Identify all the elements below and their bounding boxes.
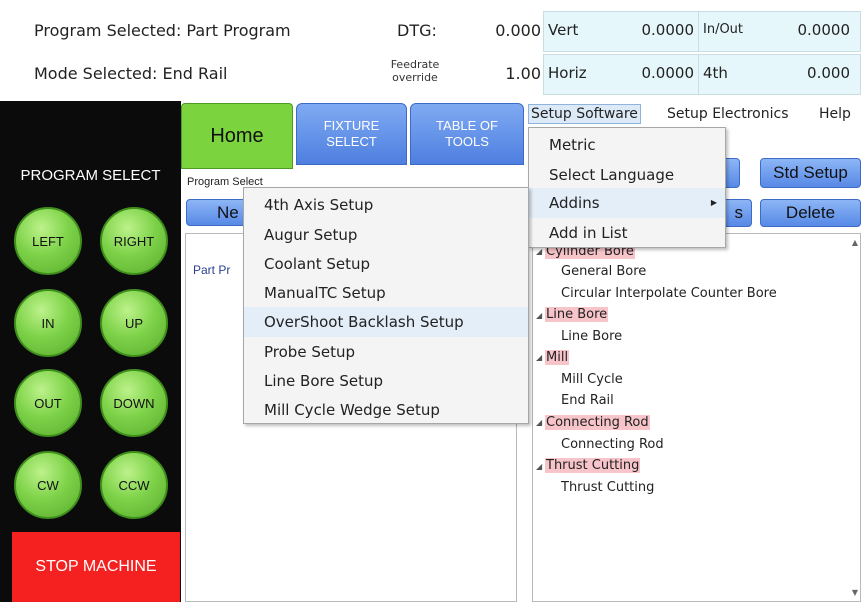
addins-label: Addins (549, 194, 600, 212)
feedrate-label-line1: Feedrate (390, 58, 440, 71)
submenu-arrow-icon: ▶ (710, 198, 717, 207)
tree-item-general-bore[interactable]: General Bore (561, 264, 646, 279)
table-of-tools-line1: TABLE OF (436, 118, 498, 133)
menu-setup-software[interactable]: Setup Software (528, 104, 641, 124)
tree-item-end-rail[interactable]: End Rail (561, 393, 614, 408)
expand-arrow-icon[interactable]: ◢ (536, 247, 542, 256)
tree-item-circular-interpolate[interactable]: Circular Interpolate Counter Bore (561, 286, 777, 301)
tree-category-line-bore[interactable]: Line Bore (545, 307, 609, 322)
inout-value: 0.0000 (797, 21, 851, 39)
inout-label: In/Out (703, 22, 744, 37)
program-list-item[interactable]: Part Pr (193, 263, 230, 277)
menu-item-add-in-list[interactable]: Add in List (529, 218, 725, 248)
fourth-axis-readout: 4th 0.000 (698, 54, 861, 95)
menu-item-probe-setup[interactable]: Probe Setup (244, 337, 528, 367)
expand-arrow-icon[interactable]: ◢ (536, 353, 542, 362)
tree-item-connecting-rod[interactable]: Connecting Rod (561, 437, 664, 452)
menu-item-overshoot-backlash-setup[interactable]: OverShoot Backlash Setup (244, 307, 528, 337)
menu-item-4th-axis-setup[interactable]: 4th Axis Setup (244, 190, 528, 220)
menu-item-manualtc-setup[interactable]: ManualTC Setup (244, 278, 528, 308)
menu-item-line-bore-setup[interactable]: Line Bore Setup (244, 366, 528, 396)
menu-item-mill-cycle-wedge-setup[interactable]: Mill Cycle Wedge Setup (244, 395, 528, 425)
std-setup-button[interactable]: Std Setup (760, 158, 861, 188)
tab-table-of-tools[interactable]: TABLE OF TOOLS (410, 103, 524, 165)
fourth-axis-label: 4th (703, 64, 728, 82)
menu-item-coolant-setup[interactable]: Coolant Setup (244, 249, 528, 279)
vert-label: Vert (548, 21, 579, 39)
jog-in-button[interactable]: IN (14, 289, 82, 357)
inout-readout: In/Out 0.0000 (698, 11, 861, 52)
menu-item-select-language[interactable]: Select Language (529, 160, 725, 190)
mill-category-label: Mill (545, 350, 570, 365)
mode-selected-label: Mode Selected: End Rail (34, 64, 228, 83)
expand-arrow-icon[interactable]: ◢ (536, 462, 542, 471)
horiz-readout: Horiz 0.0000 (543, 54, 699, 95)
thrust-cutting-category-label: Thrust Cutting (545, 458, 641, 473)
fixture-select-line2: SELECT (326, 134, 377, 149)
tab-home[interactable]: Home (181, 103, 293, 169)
jog-cw-button[interactable]: CW (14, 451, 82, 519)
tree-category-thrust-cutting[interactable]: Thrust Cutting (545, 458, 641, 473)
expand-arrow-icon[interactable]: ◢ (536, 418, 542, 427)
menu-setup-electronics[interactable]: Setup Electronics (667, 106, 789, 122)
setup-software-menu: Metric Select Language Addins ▶ Add in L… (528, 127, 726, 248)
menu-bar: Setup Software Setup Electronics Help (528, 103, 861, 127)
jog-left-button[interactable]: LEFT (14, 207, 82, 275)
line-bore-category-label: Line Bore (545, 307, 609, 322)
menu-item-metric[interactable]: Metric (529, 130, 725, 160)
program-tree[interactable]: ▲ ▼ ◢ Cylinder Bore General Bore Circula… (532, 233, 861, 602)
vert-readout: Vert 0.0000 (543, 11, 699, 52)
addins-submenu: 4th Axis Setup Augur Setup Coolant Setup… (243, 187, 529, 424)
tree-category-mill[interactable]: Mill (545, 350, 570, 365)
tab-fixture-select[interactable]: FIXTURE SELECT (296, 103, 407, 165)
expand-arrow-icon[interactable]: ◢ (536, 311, 542, 320)
fixture-select-line1: FIXTURE (323, 118, 380, 133)
feedrate-override-label: Feedrate override (383, 58, 447, 84)
program-selected-label: Program Selected: Part Program (34, 21, 291, 40)
scroll-down-arrow-icon[interactable]: ▼ (852, 588, 858, 597)
jog-right-button[interactable]: RIGHT (100, 207, 168, 275)
menu-item-addins[interactable]: Addins ▶ (529, 188, 725, 218)
menu-item-augur-setup[interactable]: Augur Setup (244, 220, 528, 250)
tree-item-thrust-cutting[interactable]: Thrust Cutting (561, 480, 654, 495)
jog-up-button[interactable]: UP (100, 289, 168, 357)
menu-help[interactable]: Help (819, 106, 851, 122)
tree-item-line-bore[interactable]: Line Bore (561, 329, 622, 344)
stop-machine-button[interactable]: STOP MACHINE (12, 532, 180, 602)
dtg-label: DTG: (397, 21, 437, 40)
tree-category-connecting-rod[interactable]: Connecting Rod (545, 415, 650, 430)
horiz-label: Horiz (548, 64, 587, 82)
feedrate-label-line2: override (392, 71, 438, 84)
horiz-value: 0.0000 (641, 64, 695, 82)
connecting-rod-category-label: Connecting Rod (545, 415, 650, 430)
fourth-axis-value: 0.000 (807, 64, 850, 82)
dtg-value: 0.000 (495, 21, 541, 40)
table-of-tools-line2: TOOLS (445, 134, 489, 149)
tree-item-mill-cycle[interactable]: Mill Cycle (561, 372, 623, 387)
delete-button[interactable]: Delete (760, 199, 861, 227)
vert-value: 0.0000 (641, 21, 695, 39)
program-select-title: PROGRAM SELECT (20, 167, 161, 184)
jog-down-button[interactable]: DOWN (100, 369, 168, 437)
scroll-up-arrow-icon[interactable]: ▲ (852, 238, 858, 247)
jog-out-button[interactable]: OUT (14, 369, 82, 437)
feedrate-value: 1.00 (505, 64, 541, 83)
jog-ccw-button[interactable]: CCW (100, 451, 168, 519)
